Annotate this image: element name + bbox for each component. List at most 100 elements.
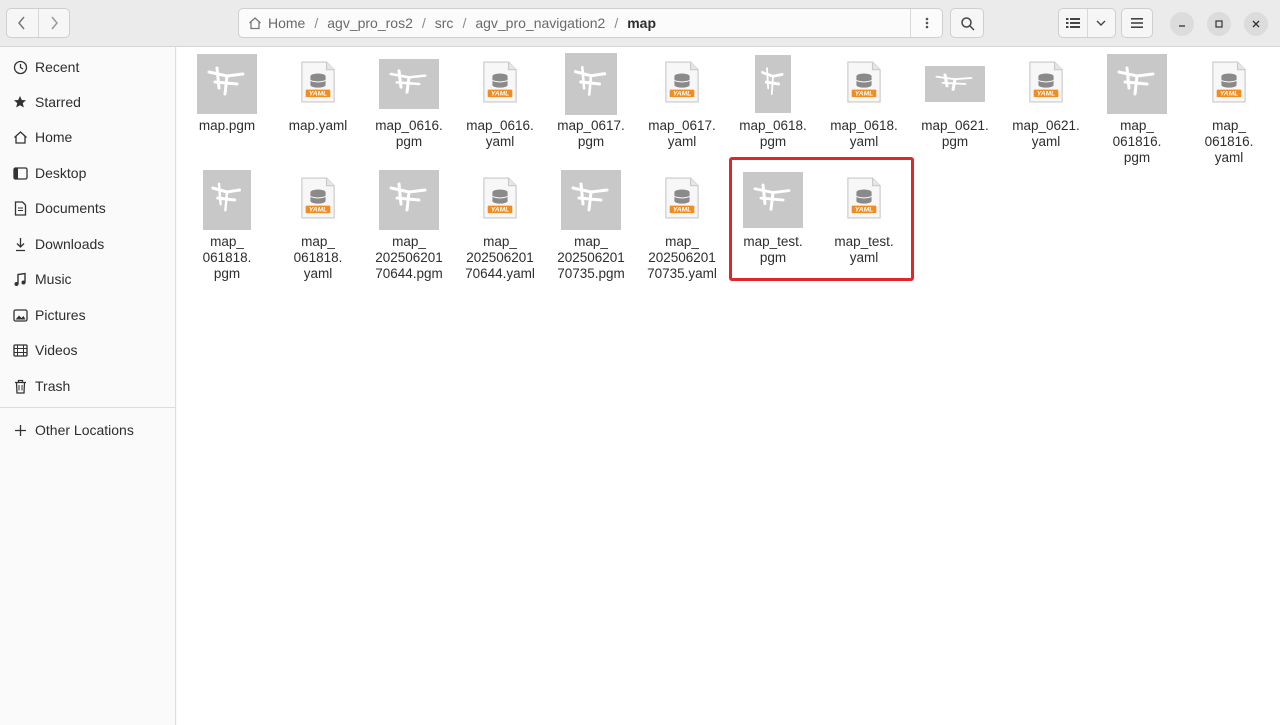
- breadcrumb-agv-pro-navigation2[interactable]: agv_pro_navigation2: [466, 9, 614, 37]
- more-vertical-icon: [925, 17, 928, 29]
- breadcrumb-label: agv_pro_navigation2: [475, 15, 606, 31]
- sidebar-item-trash[interactable]: Trash: [0, 369, 176, 403]
- file-item[interactable]: YAML map_ 061818. yaml: [272, 169, 364, 282]
- yaml-document-icon: YAML: [1211, 60, 1247, 109]
- file-name: map_0616. yaml: [466, 118, 534, 149]
- file-manager-window: Home / agv_pro_ros2 / src / agv_pro_navi…: [0, 0, 1280, 725]
- map-preview: [755, 55, 791, 113]
- breadcrumb-label: Home: [268, 15, 306, 31]
- file-name: map_ 061818. pgm: [202, 234, 252, 281]
- music-icon: [12, 271, 28, 287]
- sidebar-item-desktop[interactable]: Desktop: [0, 156, 176, 190]
- chevron-right-icon: [51, 16, 58, 30]
- sidebar-item-other-locations[interactable]: Other Locations: [0, 413, 176, 447]
- file-item[interactable]: map_0621. pgm: [909, 53, 1001, 150]
- file-item[interactable]: map_test. pgm: [727, 169, 819, 266]
- close-button[interactable]: [1244, 12, 1268, 36]
- breadcrumb-label: agv_pro_ros2: [327, 15, 413, 31]
- sidebar-item-starred[interactable]: Starred: [0, 85, 176, 119]
- view-toggle-group: [1058, 8, 1116, 38]
- yaml-document-icon: YAML: [1028, 60, 1064, 109]
- sidebar-item-music[interactable]: Music: [0, 262, 176, 296]
- file-item[interactable]: map_ 202506201 70735.pgm: [545, 169, 637, 282]
- image-thumbnail: [1091, 53, 1183, 115]
- file-item[interactable]: YAML map_0617. yaml: [636, 53, 728, 150]
- view-options-button[interactable]: [1088, 9, 1115, 37]
- path-menu-button[interactable]: [910, 9, 942, 37]
- file-name: map_0618. pgm: [739, 118, 807, 149]
- video-icon: [12, 342, 28, 358]
- breadcrumb-home[interactable]: Home: [239, 9, 314, 37]
- home-icon: [249, 17, 261, 30]
- svg-text:YAML: YAML: [309, 90, 327, 97]
- sidebar-item-label: Documents: [35, 200, 106, 216]
- file-name: map_0621. yaml: [1012, 118, 1080, 149]
- minimize-icon: [1179, 25, 1185, 27]
- main-menu-button[interactable]: [1121, 8, 1153, 38]
- image-thumbnail: [181, 169, 273, 231]
- file-item[interactable]: YAML map_0618. yaml: [818, 53, 910, 150]
- breadcrumb-label: map: [627, 15, 657, 31]
- image-thumbnail: [727, 169, 819, 231]
- file-item[interactable]: YAML map.yaml: [272, 53, 364, 134]
- file-name: map_ 061816. pgm: [1112, 118, 1162, 165]
- maximize-button[interactable]: [1207, 12, 1231, 36]
- file-item[interactable]: YAML map_0616. yaml: [454, 53, 546, 150]
- star-icon: [12, 94, 28, 110]
- file-item[interactable]: YAML map_test. yaml: [818, 169, 910, 266]
- breadcrumb-map[interactable]: map: [618, 9, 665, 37]
- breadcrumb-agv-pro-ros2[interactable]: agv_pro_ros2: [318, 9, 422, 37]
- svg-text:YAML: YAML: [491, 90, 509, 97]
- file-item[interactable]: map_0617. pgm: [545, 53, 637, 150]
- file-item[interactable]: map_ 202506201 70644.pgm: [363, 169, 455, 282]
- breadcrumb-label: src: [434, 15, 454, 31]
- file-name: map_0621. pgm: [921, 118, 989, 149]
- list-view-button[interactable]: [1059, 9, 1088, 37]
- search-icon: [960, 16, 975, 31]
- home-icon: [12, 129, 28, 145]
- file-name: map_ 202506201 70644.yaml: [465, 234, 535, 281]
- sidebar-item-downloads[interactable]: Downloads: [0, 227, 176, 261]
- yaml-file-icon: YAML: [272, 53, 364, 115]
- file-item[interactable]: YAML map_ 061816. yaml: [1183, 53, 1275, 166]
- yaml-document-icon: YAML: [482, 60, 518, 109]
- image-thumbnail: [363, 53, 455, 115]
- map-preview: [1107, 54, 1167, 114]
- yaml-document-icon: YAML: [846, 60, 882, 109]
- file-item[interactable]: map.pgm: [181, 53, 273, 134]
- file-name: map_ 202506201 70735.pgm: [557, 234, 625, 281]
- sidebar: Recent Starred Home Desktop Documents Do…: [0, 47, 176, 725]
- svg-text:YAML: YAML: [491, 206, 509, 213]
- close-icon: [1252, 20, 1260, 28]
- sidebar-item-label: Videos: [35, 342, 78, 358]
- file-item[interactable]: map_ 061818. pgm: [181, 169, 273, 282]
- file-item[interactable]: YAML map_ 202506201 70735.yaml: [636, 169, 728, 282]
- file-grid: map.pgm YAML map.yaml map_0616. pgm YAML map_…: [177, 47, 1280, 725]
- sidebar-item-pictures[interactable]: Pictures: [0, 298, 176, 332]
- forward-button[interactable]: [37, 9, 70, 37]
- sidebar-item-documents[interactable]: Documents: [0, 191, 176, 225]
- sidebar-item-videos[interactable]: Videos: [0, 333, 176, 367]
- sidebar-item-recent[interactable]: Recent: [0, 50, 176, 84]
- map-preview: [379, 170, 439, 230]
- file-item[interactable]: map_ 061816. pgm: [1091, 53, 1183, 166]
- back-button[interactable]: [7, 9, 38, 37]
- image-thumbnail: [545, 169, 637, 231]
- sidebar-item-label: Pictures: [35, 307, 86, 323]
- yaml-document-icon: YAML: [664, 176, 700, 225]
- file-item[interactable]: YAML map_ 202506201 70644.yaml: [454, 169, 546, 282]
- sidebar-divider: [0, 407, 176, 408]
- yaml-file-icon: YAML: [1183, 53, 1275, 115]
- file-item[interactable]: map_0618. pgm: [727, 53, 819, 150]
- file-item[interactable]: map_0616. pgm: [363, 53, 455, 150]
- list-view-icon: [1065, 18, 1080, 28]
- header-bar: Home / agv_pro_ros2 / src / agv_pro_navi…: [0, 0, 1280, 47]
- sidebar-item-home[interactable]: Home: [0, 120, 176, 154]
- breadcrumb-src[interactable]: src: [426, 9, 463, 37]
- yaml-file-icon: YAML: [636, 53, 728, 115]
- search-button[interactable]: [950, 8, 984, 38]
- minimize-button[interactable]: [1170, 12, 1194, 36]
- yaml-file-icon: YAML: [1000, 53, 1092, 115]
- file-item[interactable]: YAML map_0621. yaml: [1000, 53, 1092, 150]
- picture-icon: [12, 307, 28, 323]
